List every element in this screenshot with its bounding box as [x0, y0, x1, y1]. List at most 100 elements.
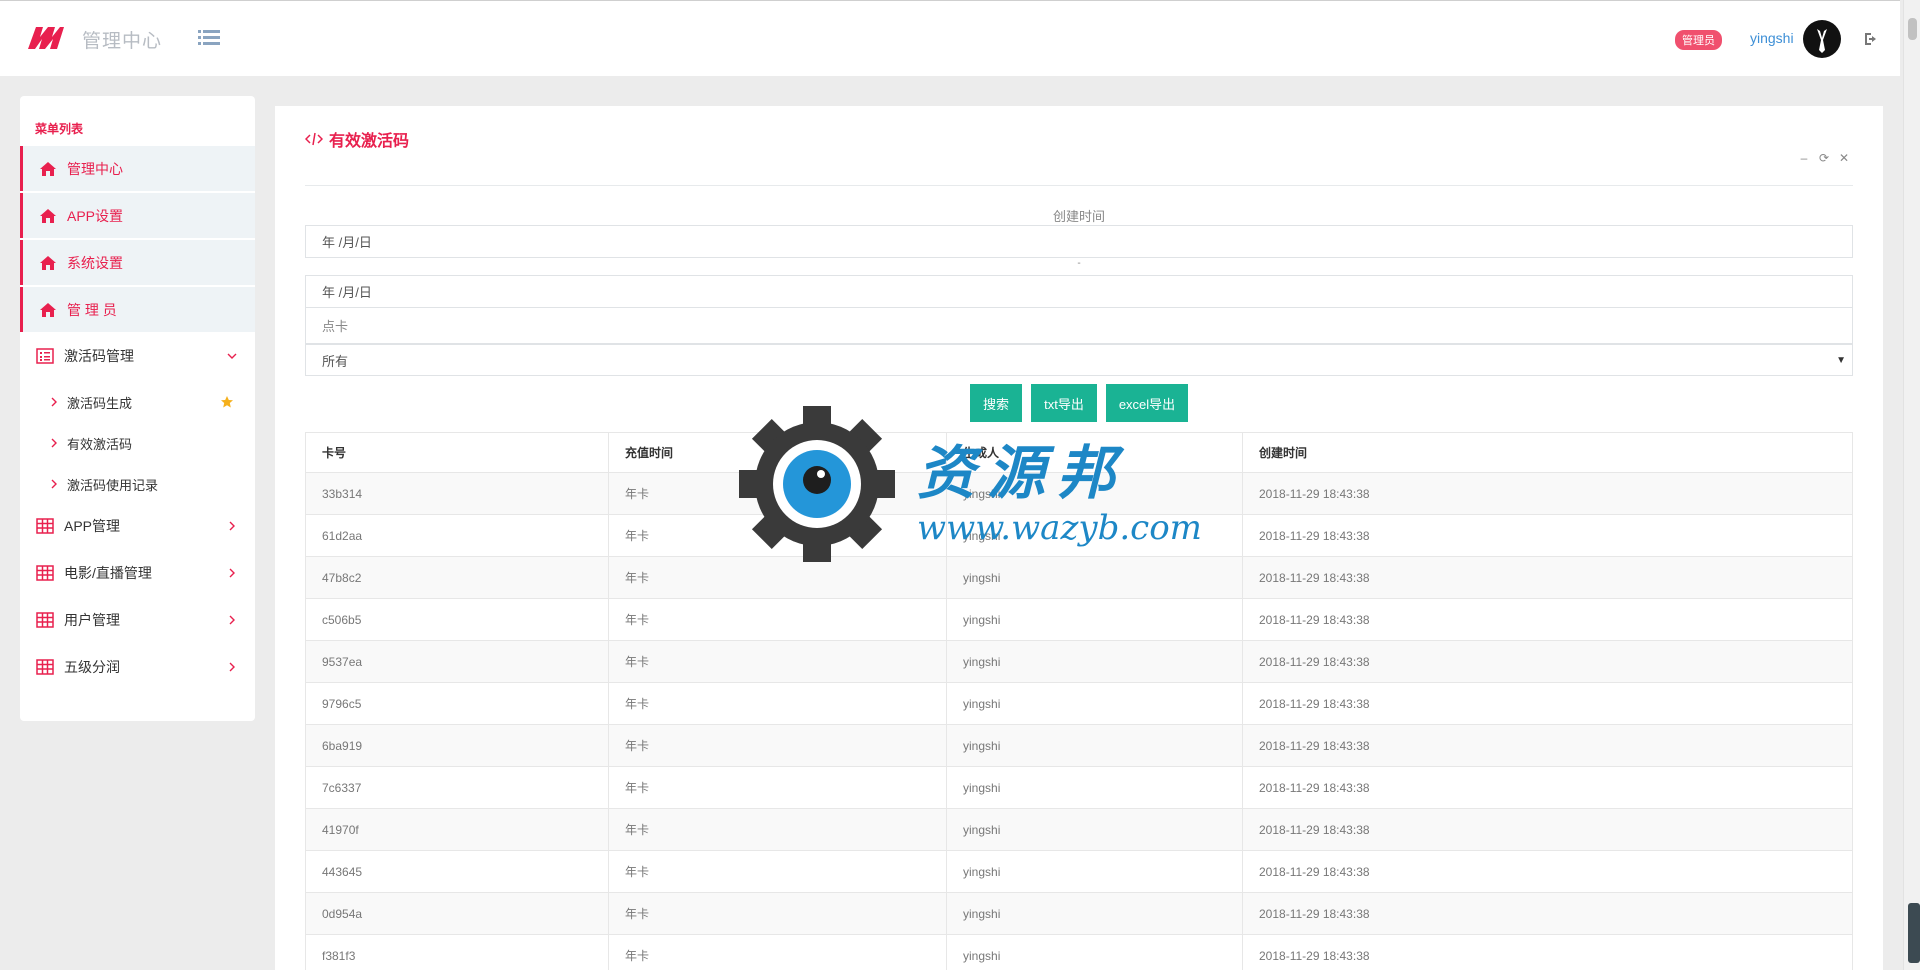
cell-created-time: 2018-11-29 18:43:38	[1242, 934, 1853, 970]
table-row[interactable]: 7c6337 年卡 yingshi 2018-11-29 18:43:38	[305, 766, 1853, 809]
cell-recharge-time: 年卡	[608, 892, 947, 935]
sidebar-item-users[interactable]: 用户管理	[20, 597, 255, 642]
sidebar-item-app-settings[interactable]: APP设置	[20, 193, 255, 238]
table-row[interactable]: 9537ea 年卡 yingshi 2018-11-29 18:43:38	[305, 640, 1853, 683]
sidebar-subitem-generate[interactable]: 激活码生成	[20, 384, 255, 420]
table-row[interactable]: 33b314 年卡 yingshi 2018-11-29 18:43:38	[305, 472, 1853, 515]
avatar[interactable]	[1803, 20, 1841, 58]
cell-created-time: 2018-11-29 18:43:38	[1242, 472, 1853, 515]
table-icon	[36, 611, 54, 628]
home-icon	[40, 302, 56, 317]
table-row[interactable]: f381f3 年卡 yingshi 2018-11-29 18:43:38	[305, 934, 1853, 970]
cell-recharge-time: 年卡	[608, 934, 947, 970]
cell-recharge-time: 年卡	[608, 682, 947, 725]
table-row[interactable]: 47b8c2 年卡 yingshi 2018-11-29 18:43:38	[305, 556, 1853, 599]
table-row[interactable]: 9796c5 年卡 yingshi 2018-11-29 18:43:38	[305, 682, 1853, 725]
sidebar-subitem-usage-log[interactable]: 激活码使用记录	[20, 466, 255, 502]
sidebar-item-label: 电影/直播管理	[64, 564, 152, 581]
home-icon	[40, 255, 56, 270]
sidebar-subitem-label: 激活码生成	[67, 395, 133, 411]
logout-icon[interactable]	[1863, 31, 1879, 47]
cell-creator: yingshi	[946, 472, 1243, 515]
col-header-card-number[interactable]: 卡号	[305, 432, 609, 473]
col-header-recharge-time[interactable]: 充值时间	[608, 432, 947, 473]
top-header: 管理中心 管理员 yingshi	[0, 0, 1900, 76]
username-link[interactable]: yingshi	[1750, 30, 1794, 46]
cell-card-number: 443645	[305, 850, 609, 893]
panel-title: 有效激活码	[305, 127, 409, 151]
close-icon[interactable]: ✕	[1839, 151, 1849, 165]
sidebar-item-label: 激活码管理	[64, 347, 134, 364]
codes-table: 卡号 充值时间 生成人 创建时间 33b314 年卡 yingshi 2018-11-…	[305, 432, 1853, 970]
card-input[interactable]: 点卡	[305, 307, 1853, 344]
sidebar-item-dashboard[interactable]: 管理中心	[20, 146, 255, 191]
sidebar-item-app-management[interactable]: APP管理	[20, 503, 255, 548]
search-button[interactable]: 搜索	[970, 384, 1022, 422]
cell-card-number: 47b8c2	[305, 556, 609, 599]
avatar-image	[1817, 29, 1827, 53]
date-from-input[interactable]: 年 /月/日	[305, 225, 1853, 258]
cell-created-time: 2018-11-29 18:43:38	[1242, 724, 1853, 767]
cell-card-number: 7c6337	[305, 766, 609, 809]
sidebar-item-admins[interactable]: 管 理 员	[20, 287, 255, 332]
star-icon[interactable]	[220, 395, 234, 409]
cell-created-time: 2018-11-29 18:43:38	[1242, 598, 1853, 641]
table-row[interactable]: 443645 年卡 yingshi 2018-11-29 18:43:38	[305, 850, 1853, 893]
sidebar-subitem-valid-codes[interactable]: 有效激活码	[20, 425, 255, 461]
col-header-creator[interactable]: 生成人	[946, 432, 1243, 473]
col-header-created-time[interactable]: 创建时间	[1242, 432, 1853, 473]
table-header-row: 卡号 充值时间 生成人 创建时间	[305, 432, 1853, 473]
code-icon	[305, 132, 323, 146]
txt-export-button[interactable]: txt导出	[1031, 384, 1097, 422]
cell-creator: yingshi	[946, 514, 1243, 557]
table-row[interactable]: 61d2aa 年卡 yingshi 2018-11-29 18:43:38	[305, 514, 1853, 557]
chevron-right-icon	[51, 438, 57, 448]
table-row[interactable]: 0d954a 年卡 yingshi 2018-11-29 18:43:38	[305, 892, 1853, 935]
sidebar-item-profit-share[interactable]: 五级分润	[20, 644, 255, 689]
cell-creator: yingshi	[946, 934, 1243, 970]
chevron-right-icon	[229, 615, 235, 624]
sidebar-item-label: 管理中心	[67, 160, 123, 177]
page-scrollbar[interactable]	[1903, 0, 1920, 970]
sidebar-item-label: 系统设置	[67, 254, 123, 271]
table-row[interactable]: c506b5 年卡 yingshi 2018-11-29 18:43:38	[305, 598, 1853, 641]
chevron-right-icon	[51, 479, 57, 489]
main-panel: 有效激活码 – ⟳ ✕ 创建时间 年 /月/日 - 年 /月/日 点卡 所有 ▼…	[275, 106, 1883, 970]
sidebar-item-activation-codes[interactable]: 激活码管理	[20, 333, 255, 378]
cell-created-time: 2018-11-29 18:43:38	[1242, 682, 1853, 725]
cell-creator: yingshi	[946, 892, 1243, 935]
cell-creator: yingshi	[946, 850, 1243, 893]
cell-card-number: 9537ea	[305, 640, 609, 683]
table-row[interactable]: 41970f 年卡 yingshi 2018-11-29 18:43:38	[305, 808, 1853, 851]
chevron-right-icon	[229, 662, 235, 671]
cell-card-number: 41970f	[305, 808, 609, 851]
cell-creator: yingshi	[946, 682, 1243, 725]
divider	[305, 185, 1853, 186]
sidebar-item-system-settings[interactable]: 系统设置	[20, 240, 255, 285]
cell-created-time: 2018-11-29 18:43:38	[1242, 766, 1853, 809]
table-row[interactable]: 6ba919 年卡 yingshi 2018-11-29 18:43:38	[305, 724, 1853, 767]
scrollbar-thumb[interactable]	[1908, 18, 1917, 40]
cell-card-number: 33b314	[305, 472, 609, 515]
menu-toggle-icon[interactable]	[198, 29, 220, 47]
cell-created-time: 2018-11-29 18:43:38	[1242, 640, 1853, 683]
sidebar: 菜单列表 管理中心 APP设置 系统设置 管 理 员 激活码管理 激活码生成 有…	[20, 96, 255, 721]
created-time-label: 创建时间	[1052, 209, 1105, 224]
refresh-icon[interactable]: ⟳	[1819, 151, 1829, 165]
corner-widget	[1908, 903, 1920, 963]
status-select[interactable]: 所有 ▼	[305, 344, 1853, 376]
cell-creator: yingshi	[946, 598, 1243, 641]
date-to-input[interactable]: 年 /月/日	[305, 275, 1853, 308]
sidebar-item-movie-live[interactable]: 电影/直播管理	[20, 550, 255, 595]
brand-logo[interactable]	[26, 23, 66, 51]
cell-recharge-time: 年卡	[608, 766, 947, 809]
cell-created-time: 2018-11-29 18:43:38	[1242, 892, 1853, 935]
excel-export-button[interactable]: excel导出	[1106, 384, 1188, 422]
sidebar-item-label: 用户管理	[64, 611, 120, 628]
cell-recharge-time: 年卡	[608, 724, 947, 767]
cell-recharge-time: 年卡	[608, 472, 947, 515]
cell-recharge-time: 年卡	[608, 640, 947, 683]
chevron-down-icon	[227, 353, 237, 359]
cell-recharge-time: 年卡	[608, 808, 947, 851]
minimize-icon[interactable]: –	[1799, 151, 1809, 165]
